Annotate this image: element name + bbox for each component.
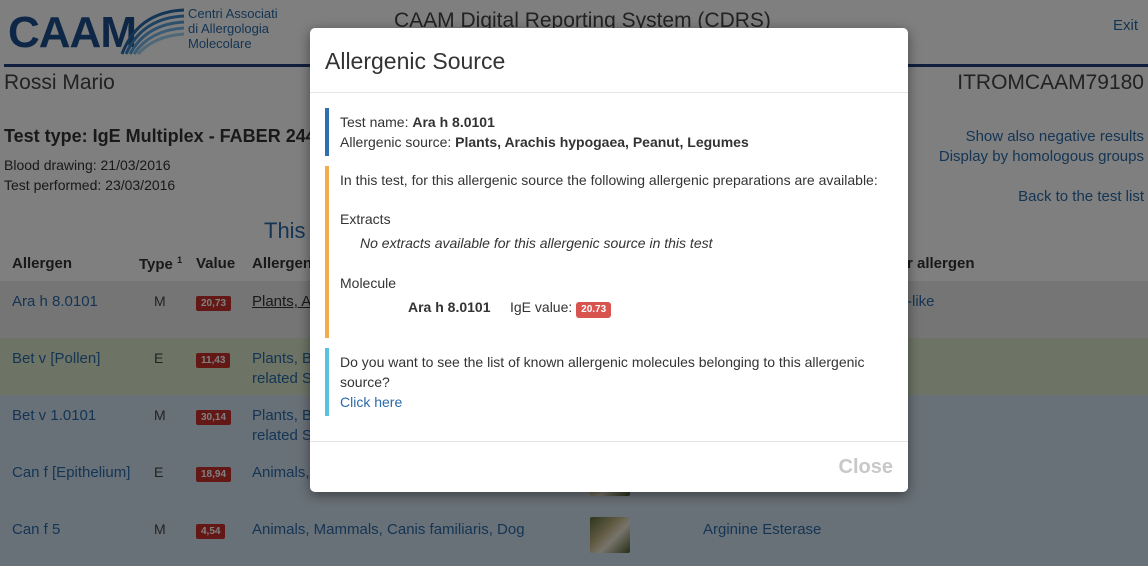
- click-here-link[interactable]: Click here: [340, 392, 402, 412]
- modal-footer-divider: [310, 441, 908, 442]
- extracts-label: Extracts: [340, 211, 391, 227]
- callout-bar-blue: [325, 108, 329, 156]
- test-name-label: Test name:: [340, 114, 409, 130]
- test-name-value: Ara h 8.0101: [412, 114, 495, 130]
- ige-value-label: IgE value:: [510, 299, 573, 315]
- test-name-line: Test name: Ara h 8.0101: [340, 112, 495, 132]
- preparations-callout: In this test, for this allergenic source…: [325, 166, 890, 338]
- allergenic-source-label: Allergenic source:: [340, 134, 452, 150]
- allergenic-source-line: Allergenic source: Plants, Arachis hypog…: [340, 132, 749, 152]
- ige-value-line: IgE value: 20.73: [510, 297, 612, 318]
- known-molecules-question-line2: source?: [340, 374, 390, 390]
- callout-bar-orange: [325, 166, 329, 338]
- modal-header-divider: [310, 92, 908, 93]
- modal-title: Allergenic Source: [325, 48, 506, 74]
- allergenic-source-modal: Allergenic Source Test name: Ara h 8.010…: [310, 28, 908, 492]
- preparations-intro: In this test, for this allergenic source…: [340, 172, 878, 188]
- no-extracts-message: No extracts available for this allergeni…: [360, 235, 713, 251]
- allergenic-source-value: Plants, Arachis hypogaea, Peanut, Legume…: [455, 134, 749, 150]
- close-button[interactable]: Close: [839, 456, 893, 479]
- test-info-callout: Test name: Ara h 8.0101 Allergenic sourc…: [325, 108, 890, 156]
- known-molecules-callout: Do you want to see the list of known all…: [325, 348, 890, 416]
- ige-value-badge: 20.73: [576, 302, 612, 318]
- known-molecules-question-line1: Do you want to see the list of known all…: [340, 354, 865, 370]
- molecule-name: Ara h 8.0101: [408, 299, 491, 315]
- callout-bar-cyan: [325, 348, 329, 416]
- molecule-label: Molecule: [340, 275, 397, 291]
